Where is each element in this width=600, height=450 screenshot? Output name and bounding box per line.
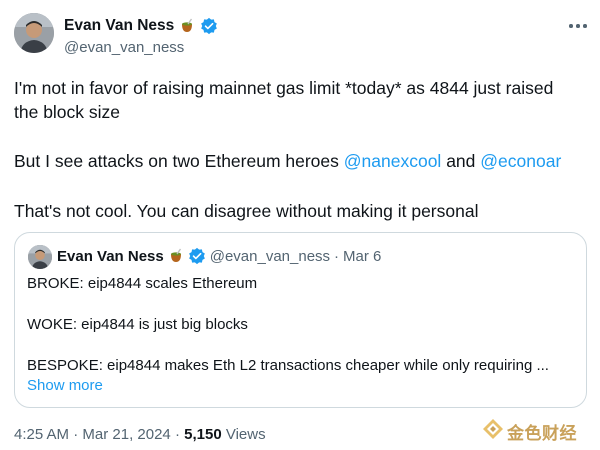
verified-badge-icon	[200, 17, 218, 35]
mention-link-econoar[interactable]: @econoar	[480, 151, 561, 171]
quote-author-name[interactable]: Evan Van Ness	[57, 248, 164, 265]
views-count: 5,150	[184, 426, 222, 443]
more-options-icon[interactable]	[569, 22, 587, 30]
tweet-line-text: But I see attacks on two Ethereum heroes	[14, 151, 344, 171]
quote-author-row: Evan Van Ness @evan_van_ness · Mar 6	[57, 246, 381, 266]
author-handle[interactable]: @evan_van_ness	[64, 39, 184, 56]
jinse-logo-icon	[482, 418, 504, 445]
quote-author-avatar[interactable]	[28, 245, 52, 269]
watermark: 金色财经	[482, 418, 577, 445]
views-label: Views	[225, 426, 266, 443]
watermark-text: 金色财经	[507, 423, 577, 443]
author-name[interactable]: Evan Van Ness	[64, 17, 174, 35]
tweet-meta: 4:25 AM · Mar 21, 2024 · 5,150 Views	[14, 426, 266, 443]
quote-line: BROKE: eip4844 scales Ethereum	[27, 275, 258, 292]
tweet-line: That's not cool. You can disagree withou…	[14, 201, 479, 221]
quoted-tweet-card[interactable]: Evan Van Ness @evan_van_ness · Mar 6 BRO…	[14, 232, 587, 408]
quote-author-handle[interactable]: @evan_van_ness	[210, 248, 330, 265]
quote-line: WOKE: eip4844 is just big blocks	[27, 316, 248, 333]
quote-date[interactable]: Mar 6	[343, 248, 381, 265]
meta-separator: ·	[174, 426, 180, 443]
tweet-time[interactable]: 4:25 AM	[14, 426, 69, 443]
show-more-link[interactable]: Show more	[27, 377, 103, 394]
quote-line: BESPOKE: eip4844 makes Eth L2 transactio…	[27, 357, 549, 374]
author-row: Evan Van Ness	[64, 16, 218, 36]
tweet-line: I'm not in favor of raising mainnet gas …	[14, 78, 554, 98]
author-avatar[interactable]	[14, 13, 54, 53]
tweet-line: But I see attacks on two Ethereum heroes…	[14, 149, 561, 173]
quote-separator: ·	[334, 247, 340, 265]
meta-separator: ·	[73, 426, 79, 443]
mate-cup-icon	[168, 248, 184, 264]
tweet-date[interactable]: Mar 21, 2024	[82, 426, 170, 443]
tweet-line: the block size	[14, 102, 121, 122]
mention-link-nanexcool[interactable]: @nanexcool	[344, 151, 442, 171]
verified-badge-icon	[188, 247, 206, 265]
mate-cup-icon	[179, 18, 195, 34]
tweet-line-text: and	[441, 151, 481, 171]
